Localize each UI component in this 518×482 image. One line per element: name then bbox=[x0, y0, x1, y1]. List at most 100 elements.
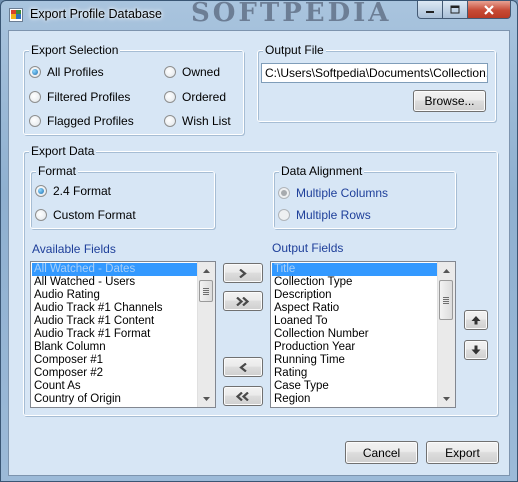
output-file-label: Output File bbox=[263, 43, 326, 57]
radio-label: Owned bbox=[182, 65, 221, 79]
radio-flagged-profiles[interactable]: Flagged Profiles bbox=[29, 114, 134, 128]
output-fields-list[interactable]: Title Collection Type Description Aspect Ra… bbox=[270, 261, 456, 408]
export-selection-label: Export Selection bbox=[29, 43, 121, 57]
list-item[interactable]: Aspect Ratio bbox=[272, 302, 437, 315]
radio-indicator[interactable] bbox=[278, 209, 290, 221]
chevron-up-icon bbox=[443, 268, 450, 273]
window-title: Export Profile Database bbox=[30, 7, 163, 21]
list-item[interactable]: Rating bbox=[272, 367, 437, 380]
dialog-body: Export Selection All Profiles Filtered P… bbox=[8, 30, 510, 476]
list-item[interactable]: Running Time bbox=[272, 354, 437, 367]
list-item[interactable]: Case Type bbox=[272, 380, 437, 393]
export-button[interactable]: Export bbox=[426, 441, 499, 464]
list-item[interactable]: Audio Track #1 Content bbox=[32, 315, 197, 328]
format-label: Format bbox=[36, 164, 79, 178]
remove-all-icon bbox=[236, 391, 249, 401]
list-item[interactable]: Description bbox=[272, 289, 437, 302]
add-all-icon bbox=[236, 296, 250, 306]
list-item[interactable]: Composer #2 bbox=[32, 367, 197, 380]
maximize-icon bbox=[450, 5, 460, 14]
radio-all-profiles[interactable]: All Profiles bbox=[29, 65, 104, 79]
available-fields-scrollbar[interactable] bbox=[197, 262, 215, 407]
radio-label: Multiple Rows bbox=[296, 208, 371, 222]
list-item[interactable]: Audio Rating bbox=[32, 289, 197, 302]
grip-icon bbox=[443, 296, 449, 304]
radio-indicator[interactable] bbox=[278, 187, 290, 199]
scroll-thumb[interactable] bbox=[199, 280, 213, 302]
radio-wish-list[interactable]: Wish List bbox=[164, 114, 231, 128]
list-item[interactable]: All Watched - Dates bbox=[32, 263, 197, 276]
add-all-fields-button[interactable] bbox=[223, 291, 263, 311]
minimize-button[interactable] bbox=[417, 1, 443, 19]
scroll-thumb[interactable] bbox=[439, 280, 453, 320]
list-item[interactable]: Audio Track #1 Channels bbox=[32, 302, 197, 315]
radio-indicator[interactable] bbox=[29, 115, 41, 127]
available-fields-label: Available Fields bbox=[32, 242, 116, 256]
scroll-down-arrow[interactable] bbox=[198, 390, 215, 407]
list-item[interactable]: Composer #1 bbox=[32, 354, 197, 367]
output-fields-label: Output Fields bbox=[272, 241, 344, 255]
radio-label: Ordered bbox=[182, 90, 227, 104]
radio-multiple-columns[interactable]: Multiple Columns bbox=[278, 186, 388, 200]
output-fields-scrollbar[interactable] bbox=[437, 262, 455, 407]
cancel-button[interactable]: Cancel bbox=[345, 441, 418, 464]
remove-icon bbox=[239, 362, 247, 372]
list-item[interactable]: Region bbox=[272, 393, 437, 406]
chevron-down-icon bbox=[203, 396, 210, 401]
radio-multiple-rows[interactable]: Multiple Rows bbox=[278, 208, 371, 222]
radio-custom-format[interactable]: Custom Format bbox=[35, 208, 136, 222]
chevron-up-icon bbox=[203, 268, 210, 273]
radio-ordered[interactable]: Ordered bbox=[164, 90, 226, 104]
app-icon bbox=[9, 8, 23, 22]
radio-label: Wish List bbox=[182, 114, 231, 128]
radio-indicator[interactable] bbox=[35, 209, 47, 221]
radio-label: All Profiles bbox=[47, 65, 104, 79]
arrow-up-icon bbox=[471, 316, 481, 325]
scroll-up-arrow[interactable] bbox=[438, 262, 455, 279]
arrow-down-icon bbox=[471, 345, 481, 355]
move-up-button[interactable] bbox=[464, 310, 488, 330]
maximize-button[interactable] bbox=[443, 1, 468, 19]
list-item[interactable]: Collection Type bbox=[272, 276, 437, 289]
move-down-button[interactable] bbox=[464, 340, 488, 360]
radio-label: Flagged Profiles bbox=[47, 114, 134, 128]
list-item[interactable]: Country of Origin bbox=[32, 393, 197, 406]
radio-2-4-format[interactable]: 2.4 Format bbox=[35, 184, 111, 198]
radio-filtered-profiles[interactable]: Filtered Profiles bbox=[29, 90, 130, 104]
radio-label: 2.4 Format bbox=[53, 184, 112, 198]
list-item[interactable]: Blank Column bbox=[32, 341, 197, 354]
radio-indicator[interactable] bbox=[29, 91, 41, 103]
export-data-label: Export Data bbox=[29, 144, 97, 158]
available-fields-list[interactable]: All Watched - Dates All Watched - Users Au… bbox=[30, 261, 216, 408]
scroll-down-arrow[interactable] bbox=[438, 390, 455, 407]
radio-indicator[interactable] bbox=[164, 115, 176, 127]
list-item[interactable]: Loaned To bbox=[272, 315, 437, 328]
list-item[interactable]: All Watched - Users bbox=[32, 276, 197, 289]
watermark-text: SOFTPEDIA bbox=[191, 0, 392, 28]
radio-label: Multiple Columns bbox=[296, 186, 389, 200]
browse-button[interactable]: Browse... bbox=[413, 90, 486, 112]
radio-indicator[interactable] bbox=[164, 91, 176, 103]
list-item[interactable]: Production Year bbox=[272, 341, 437, 354]
close-button[interactable] bbox=[468, 1, 511, 19]
radio-indicator[interactable] bbox=[29, 66, 41, 78]
radio-indicator[interactable] bbox=[164, 66, 176, 78]
list-item[interactable]: Collection Number bbox=[272, 328, 437, 341]
add-icon bbox=[239, 268, 247, 278]
radio-label: Custom Format bbox=[53, 208, 136, 222]
scroll-up-arrow[interactable] bbox=[198, 262, 215, 279]
radio-label: Filtered Profiles bbox=[47, 90, 131, 104]
list-item[interactable]: Title bbox=[272, 263, 437, 276]
title-bar[interactable]: Export Profile Database SOFTPEDIA bbox=[1, 1, 517, 29]
add-field-button[interactable] bbox=[223, 263, 263, 283]
list-item[interactable]: Count As bbox=[32, 380, 197, 393]
remove-field-button[interactable] bbox=[223, 357, 263, 377]
minimize-icon bbox=[426, 10, 434, 13]
remove-all-fields-button[interactable] bbox=[223, 386, 263, 406]
radio-indicator[interactable] bbox=[35, 185, 47, 197]
data-alignment-label: Data Alignment bbox=[279, 164, 365, 178]
close-icon bbox=[484, 4, 494, 15]
radio-owned[interactable]: Owned bbox=[164, 65, 220, 79]
output-file-path-input[interactable]: C:\Users\Softpedia\Documents\Collection.… bbox=[261, 63, 488, 83]
list-item[interactable]: Audio Track #1 Format bbox=[32, 328, 197, 341]
